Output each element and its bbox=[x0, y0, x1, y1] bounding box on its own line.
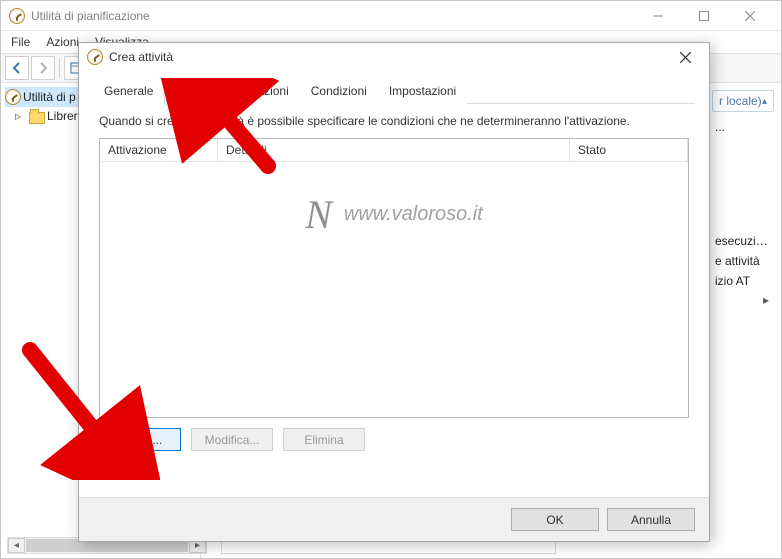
annulla-button[interactable]: Annulla bbox=[607, 508, 695, 531]
dialog-close-button[interactable] bbox=[669, 45, 701, 69]
main-titlebar: Utilità di pianificazione bbox=[1, 1, 781, 31]
create-task-dialog: Crea attività Generale Attivazione Azion… bbox=[78, 42, 710, 542]
toolbar-separator bbox=[59, 58, 60, 78]
dialog-title: Crea attività bbox=[109, 50, 669, 64]
tab-strip: Generale Attivazione Azioni Condizioni I… bbox=[93, 77, 695, 104]
tab-condizioni[interactable]: Condizioni bbox=[300, 78, 378, 104]
action-esecuzione[interactable]: esecuzio... bbox=[715, 231, 771, 251]
watermark: N www.valoroso.it bbox=[305, 191, 483, 238]
ok-button[interactable]: OK bbox=[511, 508, 599, 531]
grid-header: Attivazione Dettagli Stato bbox=[100, 139, 688, 162]
modifica-button: Modifica... bbox=[191, 428, 273, 451]
nav-back-button[interactable] bbox=[5, 56, 29, 80]
actions-sidebar-fragment: r locale) ▴ ... esecuzio... e attività i… bbox=[709, 87, 777, 307]
dialog-icon bbox=[87, 49, 103, 65]
tab-generale[interactable]: Generale bbox=[93, 78, 164, 104]
hint-before: Quando si crea un bbox=[99, 114, 197, 128]
tab-attivazione[interactable]: Attivazione bbox=[164, 78, 245, 104]
maximize-button[interactable] bbox=[681, 1, 727, 31]
tree-root-label: Utilità di p bbox=[23, 90, 76, 104]
action-ellipsis[interactable]: ... bbox=[715, 117, 771, 137]
expand-chevron[interactable]: ▸ bbox=[709, 293, 777, 307]
tab-panel-attivazione: Quando si crea un ' attiv ità è possibil… bbox=[93, 104, 695, 455]
menu-file[interactable]: File bbox=[5, 33, 36, 51]
actions-panel-title[interactable]: r locale) ▴ bbox=[712, 90, 774, 112]
action-at[interactable]: izio AT bbox=[715, 271, 771, 291]
dialog-titlebar: Crea attività bbox=[79, 43, 709, 71]
actions-list-2: esecuzio... e attività izio AT bbox=[709, 229, 777, 293]
main-title: Utilità di pianificazione bbox=[31, 9, 635, 23]
watermark-url: www.valoroso.it bbox=[344, 203, 483, 226]
tab-impostazioni[interactable]: Impostazioni bbox=[378, 78, 467, 104]
window-buttons bbox=[635, 1, 773, 31]
minimize-button[interactable] bbox=[635, 1, 681, 31]
tree-expand-icon[interactable]: ▹ bbox=[15, 109, 27, 123]
dialog-body: Generale Attivazione Azioni Condizioni I… bbox=[79, 71, 709, 469]
nav-forward-button[interactable] bbox=[31, 56, 55, 80]
hint-text: Quando si crea un ' attiv ità è possibil… bbox=[99, 114, 689, 128]
actions-list: ... bbox=[709, 115, 777, 139]
folder-icon bbox=[29, 112, 45, 124]
tab-azioni[interactable]: Azioni bbox=[245, 78, 300, 104]
col-dettagli[interactable]: Dettagli bbox=[218, 139, 570, 161]
scroll-left-arrow[interactable]: ◂ bbox=[8, 538, 25, 553]
app-icon bbox=[9, 8, 25, 24]
watermark-logo: N bbox=[305, 191, 332, 238]
col-attivazione[interactable]: Attivazione bbox=[100, 139, 218, 161]
close-button[interactable] bbox=[727, 1, 773, 31]
trigger-buttons-row: Nuovo... Modifica... Elimina bbox=[99, 428, 689, 451]
chevron-up-icon: ▴ bbox=[762, 96, 767, 107]
elimina-button: Elimina bbox=[283, 428, 365, 451]
hint-after: ità è possibile specificare le condizion… bbox=[231, 114, 630, 128]
tree-library-label: Libreri bbox=[47, 109, 80, 123]
panel-title-text: r locale) bbox=[719, 94, 762, 108]
col-stato[interactable]: Stato bbox=[570, 139, 688, 161]
task-scheduler-icon bbox=[5, 89, 21, 105]
triggers-grid[interactable]: Attivazione Dettagli Stato N www.valoros… bbox=[99, 138, 689, 418]
dialog-footer: OK Annulla bbox=[79, 497, 709, 541]
action-attivita[interactable]: e attività bbox=[715, 251, 771, 271]
nuovo-button[interactable]: Nuovo... bbox=[99, 428, 181, 451]
